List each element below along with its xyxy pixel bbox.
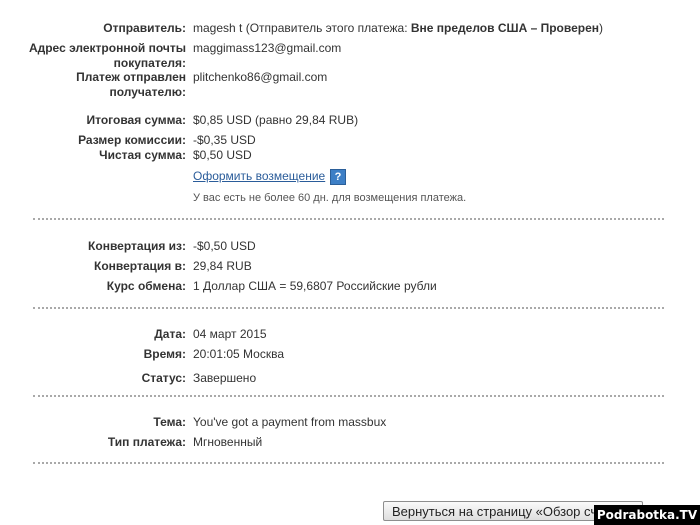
subject-label: Тема: <box>153 415 186 429</box>
payment-type-label: Тип платежа: <box>107 435 186 449</box>
recipient-value: plitchenko86@gmail.com <box>193 70 328 84</box>
status-label: Статус: <box>141 371 186 385</box>
recipient-label: Платеж отправлен получателю: <box>76 70 186 99</box>
total-value: $0,85 USD (равно 29,84 RUB) <box>193 113 359 127</box>
net-label: Чистая сумма: <box>99 148 186 162</box>
subject-value: You've got a payment from massbux <box>193 415 387 429</box>
watermark: Podrabotka.TV <box>594 505 700 525</box>
time-value: 20:01:05 Москва <box>193 347 285 361</box>
sender-label: Отправитель: <box>103 21 186 35</box>
date-label: Дата: <box>154 327 186 341</box>
date-value: 04 март 2015 <box>193 327 267 341</box>
payment-type-value: Мгновенный <box>193 435 263 449</box>
net-value: $0,50 USD <box>193 148 252 162</box>
exchange-rate-value: 1 Доллар США = 59,6807 Российские рубли <box>193 279 437 293</box>
total-label: Итоговая сумма: <box>86 113 186 127</box>
sender-note-suffix: ) <box>599 21 604 35</box>
help-icon[interactable]: ? <box>330 169 346 185</box>
exchange-rate-label: Курс обмена: <box>106 279 186 293</box>
fee-label: Размер комиссии: <box>78 133 186 147</box>
refund-note: У вас есть не более 60 дн. для возмещени… <box>193 192 467 204</box>
conversion-to-label: Конвертация в: <box>94 259 186 273</box>
divider <box>33 462 664 464</box>
sender-note-prefix: (Отправитель этого платежа: <box>242 21 411 35</box>
conversion-to-value: 29,84 RUB <box>193 259 252 273</box>
refund-link[interactable]: Оформить возмещение <box>193 169 325 184</box>
buyer-email-label: Адрес электронной почты покупателя: <box>28 41 186 70</box>
fee-value: -$0,35 USD <box>193 133 256 147</box>
conversion-from-value: -$0,50 USD <box>193 239 256 253</box>
divider <box>33 307 664 309</box>
conversion-from-label: Конвертация из: <box>88 239 186 253</box>
buyer-email-value: maggimass123@gmail.com <box>193 41 342 55</box>
divider <box>33 395 664 397</box>
sender-value: magesh t (Отправитель этого платежа: Вне… <box>193 21 603 36</box>
sender-name: magesh t <box>193 21 243 35</box>
sender-status: Вне пределов США – Проверен <box>410 21 600 35</box>
status-value: Завершено <box>193 371 257 385</box>
time-label: Время: <box>143 347 186 361</box>
divider <box>33 218 664 220</box>
